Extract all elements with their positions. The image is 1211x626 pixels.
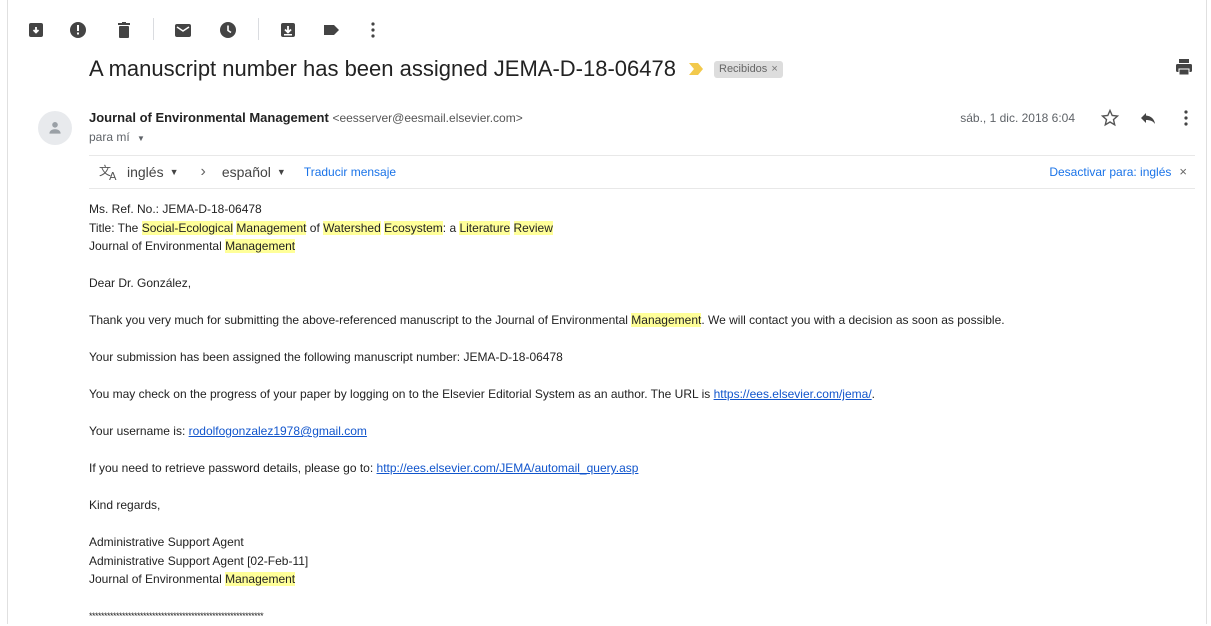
source-language-dropdown[interactable]: inglés ▼	[127, 164, 179, 180]
translate-bar: 文 A inglés ▼ › español ▼ Traducir mensaj…	[89, 155, 1195, 189]
signature-line-2: Administrative Support Agent [02-Feb-11]	[89, 553, 309, 568]
move-to-icon[interactable]	[278, 20, 298, 40]
more-vert-icon[interactable]	[363, 20, 383, 40]
toolbar	[8, 0, 1206, 52]
email-view: A manuscript number has been assigned JE…	[7, 0, 1207, 624]
recipient-dropdown[interactable]: para mí ▼	[89, 130, 145, 144]
label-chip-recibidos: Recibidos ×	[714, 60, 783, 78]
ref-line: Ms. Ref. No.: JEMA-D-18-06478	[89, 202, 262, 216]
delete-icon[interactable]	[114, 20, 134, 40]
regards: Kind regards,	[89, 498, 161, 512]
chevron-down-icon: ▼	[137, 134, 145, 143]
progress-paragraph: You may check on the progress of your pa…	[89, 387, 875, 401]
ees-url-link[interactable]: https://ees.elsevier.com/jema/	[714, 387, 872, 401]
password-retrieval-link[interactable]: http://ees.elsevier.com/JEMA/automail_qu…	[377, 461, 639, 475]
title-line: Title: The Social-Ecological Management …	[89, 220, 553, 235]
star-icon[interactable]	[1100, 108, 1120, 128]
translate-message-link[interactable]: Traducir mensaje	[304, 165, 396, 179]
recipient-label: para mí	[89, 130, 130, 144]
username-email-link[interactable]: rodolfogonzalez1978@gmail.com	[189, 424, 367, 438]
password-paragraph: If you need to retrieve password details…	[89, 461, 639, 475]
journal-line: Journal of Environmental Management	[89, 239, 296, 253]
toolbar-divider	[258, 18, 259, 40]
label-chip-text: Recibidos	[719, 63, 768, 75]
print-icon[interactable]	[1174, 57, 1194, 77]
close-icon[interactable]: ×	[1179, 164, 1187, 179]
greeting: Dear Dr. González,	[89, 276, 192, 290]
sender-email: <eesserver@eesmail.elsevier.com>	[332, 111, 523, 125]
important-marker-icon[interactable]	[688, 62, 704, 76]
person-icon	[49, 122, 61, 134]
sender-line: Journal of Environmental Management <ees…	[89, 110, 523, 125]
snooze-icon[interactable]	[218, 20, 238, 40]
subject-row: A manuscript number has been assigned JE…	[89, 53, 783, 85]
more-options-icon[interactable]	[1176, 108, 1196, 128]
report-spam-icon[interactable]	[68, 20, 88, 40]
assigned-paragraph: Your submission has been assigned the fo…	[89, 350, 563, 364]
deactivate-translation-link[interactable]: Desactivar para: inglés	[1049, 165, 1171, 179]
reply-icon[interactable]	[1138, 108, 1158, 128]
chevron-down-icon: ▼	[169, 167, 179, 177]
chevron-down-icon: ▼	[276, 167, 286, 177]
sender-name[interactable]: Journal of Environmental Management	[89, 110, 329, 125]
remove-label-icon[interactable]: ×	[771, 63, 777, 75]
signature-line-3: Journal of Environmental Management	[89, 572, 296, 586]
translate-icon: 文 A	[99, 163, 117, 181]
label-icon[interactable]	[321, 20, 341, 40]
archive-icon[interactable]	[26, 20, 46, 40]
svg-text:A: A	[109, 170, 117, 181]
email-date: sáb., 1 dic. 2018 6:04	[960, 111, 1075, 125]
sender-avatar	[38, 111, 72, 145]
separator-stars: ****************************************…	[89, 611, 264, 621]
deactivate-translation: Desactivar para: inglés ×	[1049, 164, 1187, 179]
arrow-right-icon: ›	[200, 163, 206, 180]
email-body: Ms. Ref. No.: JEMA-D-18-06478 Title: The…	[89, 200, 1199, 626]
toolbar-divider	[153, 18, 154, 40]
thanks-paragraph: Thank you very much for submitting the a…	[89, 313, 1005, 327]
username-paragraph: Your username is: rodolfogonzalez1978@gm…	[89, 424, 367, 438]
source-language: inglés	[127, 164, 164, 180]
mark-unread-icon[interactable]	[173, 20, 193, 40]
email-subject: A manuscript number has been assigned JE…	[89, 56, 676, 81]
target-language: español	[221, 164, 271, 180]
target-language-dropdown[interactable]: español ▼	[222, 164, 286, 180]
signature-line-1: Administrative Support Agent	[89, 535, 244, 549]
